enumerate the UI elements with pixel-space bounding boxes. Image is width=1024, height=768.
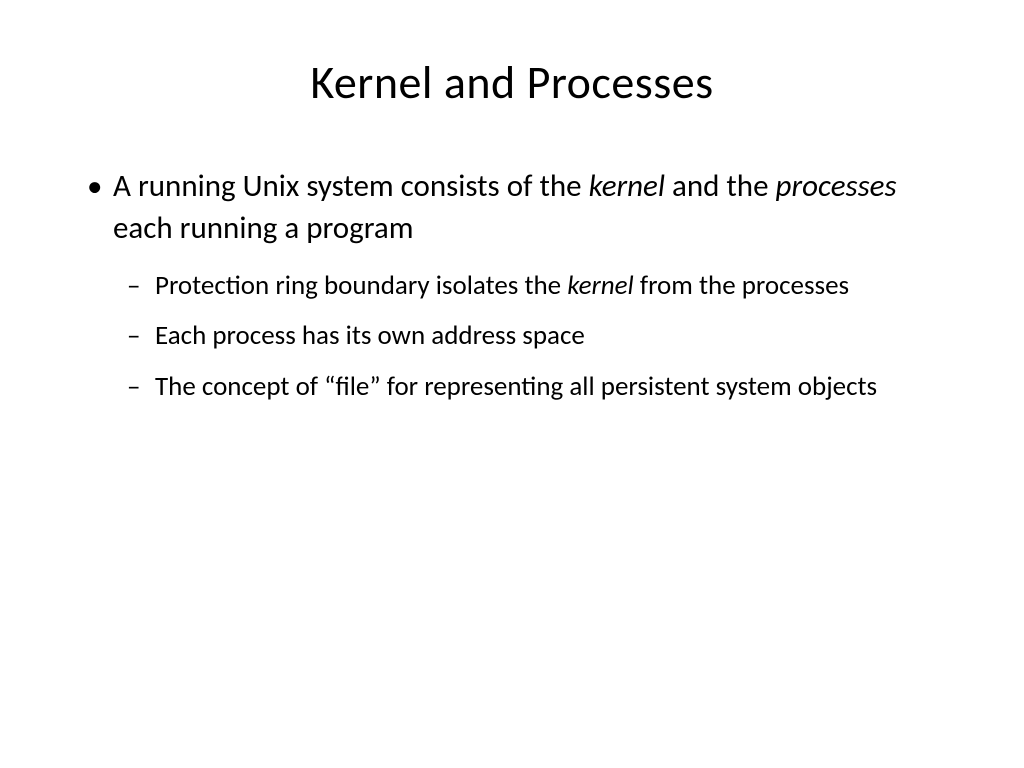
bullet-text: The concept of “file” for representing a… <box>155 370 877 403</box>
bullet-text: Each process has its own address space <box>155 319 585 352</box>
slide: Kernel and Processes A running Unix syst… <box>0 0 1024 768</box>
bullet-italic: kernel <box>589 167 665 205</box>
bullet-text: A running Unix system consists of the <box>113 167 589 205</box>
bullet-level2: Protection ring boundary isolates the ke… <box>85 268 939 304</box>
bullet-text: and the <box>665 167 776 205</box>
bullet-text: each running a program <box>113 209 414 247</box>
bullet-level2: The concept of “file” for representing a… <box>85 369 939 405</box>
bullet-text: from the processes <box>634 269 849 302</box>
bullet-italic: processes <box>776 167 897 205</box>
bullet-italic: kernel <box>567 269 634 302</box>
bullet-level2: Each process has its own address space <box>85 318 939 354</box>
bullet-text: Protection ring boundary isolates the <box>155 269 567 302</box>
bullet-level1: A running Unix system consists of the ke… <box>85 166 939 250</box>
slide-title: Kernel and Processes <box>85 55 939 111</box>
